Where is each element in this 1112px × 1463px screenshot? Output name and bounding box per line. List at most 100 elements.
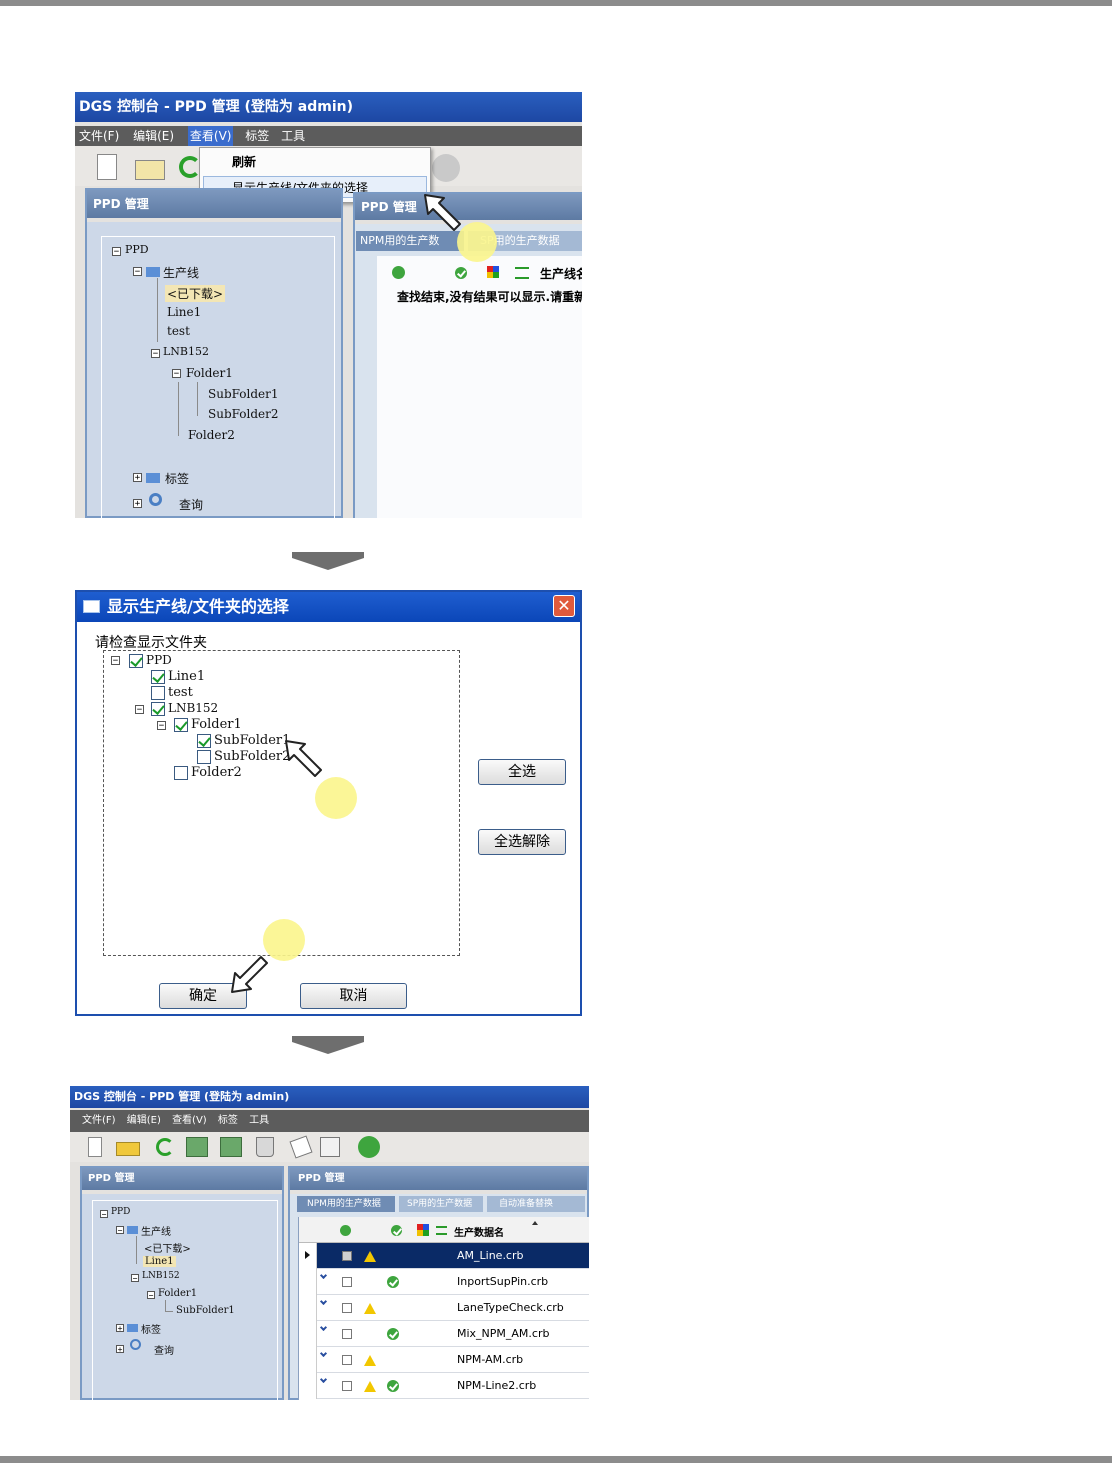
tab-auto-replace[interactable]: 自动准备替换 bbox=[487, 1196, 585, 1212]
tree-node-tags[interactable]: 标签 bbox=[141, 1321, 161, 1336]
menu-view[interactable]: 查看(V) bbox=[172, 1110, 207, 1132]
tree-node-query[interactable]: 查询 bbox=[179, 496, 203, 513]
tree-node-subfolder2[interactable]: SubFolder2 bbox=[208, 407, 279, 421]
refresh-icon[interactable] bbox=[156, 1138, 174, 1156]
check-ok-icon bbox=[387, 1380, 399, 1392]
menu-file[interactable]: 文件(F) bbox=[82, 1110, 116, 1132]
download-icon[interactable] bbox=[358, 1136, 380, 1158]
tree-node-folder2[interactable]: Folder2 bbox=[188, 428, 235, 442]
row-expand-chevron-icon[interactable] bbox=[299, 1321, 317, 1347]
row-checkbox[interactable] bbox=[342, 1277, 352, 1287]
close-button[interactable]: ✕ bbox=[553, 595, 575, 617]
tree-expander-query[interactable]: + bbox=[116, 1345, 124, 1354]
tree-node-folder1[interactable]: Folder1 bbox=[186, 366, 233, 380]
open-folder-icon[interactable] bbox=[116, 1142, 140, 1156]
row-expand-chevron-icon[interactable] bbox=[299, 1347, 317, 1373]
checkbox-line1[interactable] bbox=[151, 670, 165, 684]
tree-node-test[interactable]: test bbox=[167, 324, 190, 338]
new-file-icon[interactable] bbox=[97, 154, 117, 180]
table-row[interactable]: NPM-Line2.crb bbox=[299, 1373, 589, 1399]
tree-expander-lines[interactable]: − bbox=[133, 267, 142, 277]
checkbox-ppd[interactable] bbox=[129, 654, 143, 668]
tree-expander-lnb152[interactable]: − bbox=[151, 349, 160, 359]
row-checkbox[interactable] bbox=[342, 1303, 352, 1313]
tree-node-lines[interactable]: 生产线 bbox=[141, 1223, 171, 1238]
menu-tags[interactable]: 标签 bbox=[245, 126, 269, 146]
tree-node-subfolder1[interactable]: SubFolder1 bbox=[176, 1305, 235, 1316]
sort-asc-icon bbox=[532, 1221, 538, 1225]
row-expand-chevron-icon[interactable] bbox=[299, 1269, 317, 1295]
menu-tools[interactable]: 工具 bbox=[281, 126, 305, 146]
tree-expander-tags[interactable]: + bbox=[116, 1324, 124, 1333]
tree-expander-lnb152[interactable]: − bbox=[131, 1274, 139, 1283]
copy-icon[interactable] bbox=[320, 1137, 340, 1157]
table-row[interactable]: LaneTypeCheck.crb bbox=[299, 1295, 589, 1321]
open-folder-icon[interactable] bbox=[135, 160, 165, 180]
window-title-bar: DGS 控制台 - PPD 管理 (登陆为 admin) bbox=[70, 1086, 589, 1108]
row-checkbox[interactable] bbox=[342, 1355, 352, 1365]
menu-edit[interactable]: 编辑(E) bbox=[133, 126, 174, 146]
table-row[interactable]: InportSupPin.crb bbox=[299, 1269, 589, 1295]
menu-tags[interactable]: 标签 bbox=[218, 1110, 238, 1132]
row-checkbox[interactable] bbox=[342, 1329, 352, 1339]
row-selected-marker-icon[interactable] bbox=[299, 1243, 317, 1269]
menu-view[interactable]: 查看(V) bbox=[187, 126, 234, 146]
tree-expander-lines[interactable]: − bbox=[116, 1226, 124, 1235]
tree-expander-ppd[interactable]: − bbox=[111, 656, 120, 666]
tree-expander-ppd[interactable]: − bbox=[112, 247, 121, 257]
menu-item-refresh[interactable]: 刷新 bbox=[232, 153, 256, 170]
menu-file[interactable]: 文件(F) bbox=[79, 126, 119, 146]
warning-icon bbox=[364, 1251, 376, 1262]
table-row[interactable]: NPM-AM.crb bbox=[299, 1347, 589, 1373]
select-all-button[interactable]: 全选 bbox=[478, 759, 566, 785]
row-checkbox[interactable] bbox=[342, 1381, 352, 1391]
checkbox-test[interactable] bbox=[151, 686, 165, 700]
tree-node-lnb152[interactable]: LNB152 bbox=[163, 345, 209, 358]
grid-header-label[interactable]: 生产线名 bbox=[540, 265, 582, 282]
checkbox-lnb152[interactable] bbox=[151, 702, 165, 716]
tree-expander-tags[interactable]: + bbox=[133, 473, 142, 483]
tree-node-line1[interactable]: Line1 bbox=[143, 1256, 176, 1267]
menu-tools[interactable]: 工具 bbox=[249, 1110, 269, 1132]
check-label-folder2: Folder2 bbox=[191, 765, 242, 780]
checkbox-folder1[interactable] bbox=[174, 718, 188, 732]
tab-npm-data[interactable]: NPM用的生产数据 bbox=[297, 1196, 395, 1212]
row-expand-chevron-icon[interactable] bbox=[299, 1295, 317, 1321]
tree-node-downloaded[interactable]: <已下载> bbox=[144, 1240, 191, 1255]
export-icon[interactable] bbox=[220, 1137, 242, 1157]
checkbox-folder2[interactable] bbox=[174, 766, 188, 780]
tree-node-subfolder1[interactable]: SubFolder1 bbox=[208, 387, 279, 401]
tree-node-line1[interactable]: Line1 bbox=[167, 305, 201, 319]
menu-edit[interactable]: 编辑(E) bbox=[127, 1110, 161, 1132]
edit-icon[interactable] bbox=[289, 1135, 313, 1159]
tree-node-lnb152[interactable]: LNB152 bbox=[142, 1271, 180, 1281]
tab-sp-data[interactable]: SP用的生产数据 bbox=[399, 1196, 483, 1212]
tree-node-query[interactable]: 查询 bbox=[154, 1342, 174, 1357]
tree-expander-lnb152[interactable]: − bbox=[135, 705, 144, 715]
import-icon[interactable] bbox=[186, 1137, 208, 1157]
tree-node-tags[interactable]: 标签 bbox=[165, 470, 189, 487]
checkbox-subfolder2[interactable] bbox=[197, 750, 211, 764]
deselect-all-button[interactable]: 全选解除 bbox=[478, 829, 566, 855]
tree-node-ppd[interactable]: PPD bbox=[111, 1207, 130, 1217]
cancel-button[interactable]: 取消 bbox=[300, 983, 407, 1009]
refresh-icon[interactable] bbox=[179, 156, 201, 178]
tree-node-folder1[interactable]: Folder1 bbox=[158, 1288, 197, 1299]
tree-node-lines[interactable]: 生产线 bbox=[163, 264, 199, 281]
table-row[interactable]: Mix_NPM_AM.crb bbox=[299, 1321, 589, 1347]
new-file-icon[interactable] bbox=[88, 1137, 102, 1157]
recycle-bin-icon[interactable] bbox=[256, 1137, 274, 1157]
tree-expander-folder1[interactable]: − bbox=[147, 1291, 155, 1300]
tree-expander-folder1[interactable]: − bbox=[172, 369, 181, 379]
table-row[interactable]: AM_Line.crb bbox=[299, 1243, 589, 1269]
tree-expander-query[interactable]: + bbox=[133, 499, 142, 509]
tree-expander-folder1[interactable]: − bbox=[157, 721, 166, 731]
row-expand-chevron-icon[interactable] bbox=[299, 1373, 317, 1399]
checkbox-subfolder1[interactable] bbox=[197, 734, 211, 748]
tree-node-downloaded[interactable]: <已下载> bbox=[165, 285, 226, 302]
row-checkbox[interactable] bbox=[342, 1251, 352, 1261]
tree-node-ppd[interactable]: PPD bbox=[125, 243, 149, 256]
column-header-name[interactable]: 生产数据名 bbox=[454, 1224, 504, 1239]
download-icon[interactable] bbox=[432, 154, 460, 182]
tree-expander-ppd[interactable]: − bbox=[100, 1210, 108, 1219]
